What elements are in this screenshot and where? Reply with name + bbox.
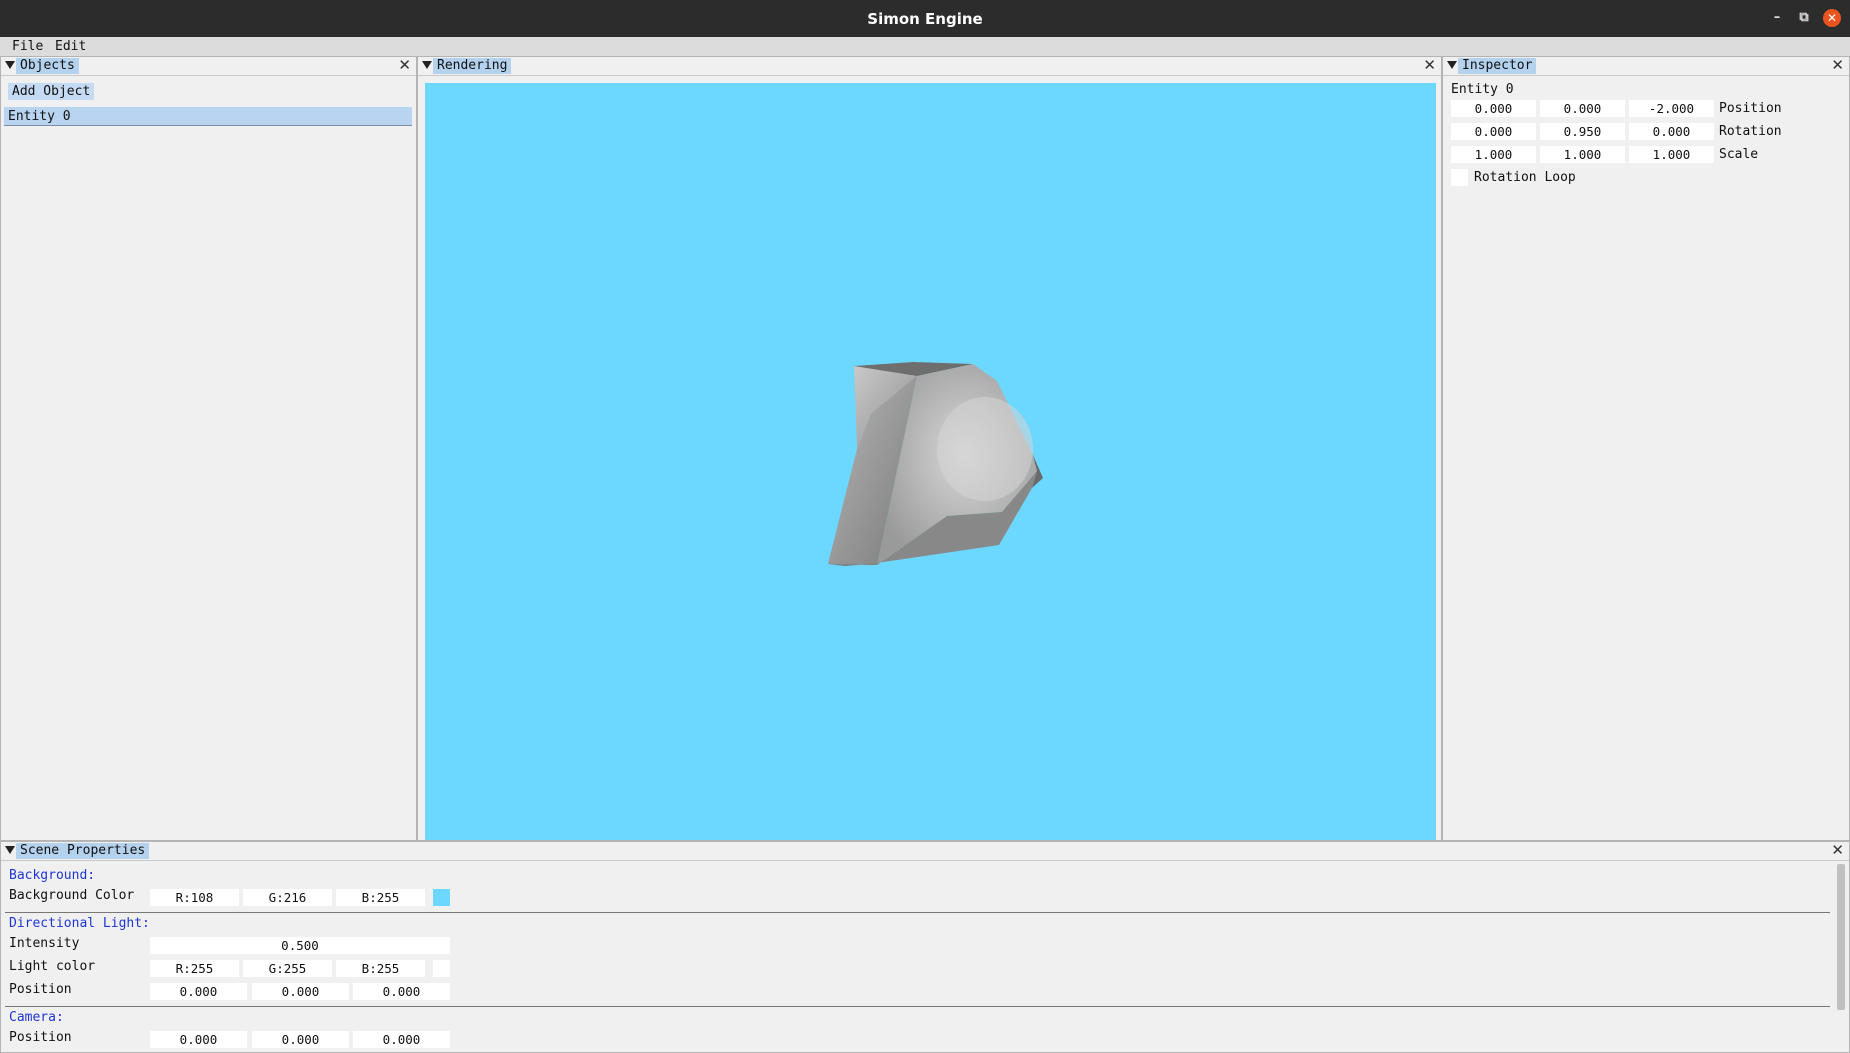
camera-position-z-field[interactable]: 0.000: [353, 1031, 450, 1048]
close-icon[interactable]: ✕: [1831, 842, 1844, 859]
light-r-field[interactable]: R:255: [150, 960, 239, 977]
close-icon[interactable]: ✕: [1831, 57, 1844, 74]
objects-panel: Objects ✕ Add Object Entity 0: [0, 56, 417, 841]
rendering-panel: Rendering ✕: [417, 56, 1442, 841]
light-position-y-field[interactable]: 0.000: [252, 983, 349, 1000]
rotation-loop-label: Rotation Loop: [1474, 170, 1576, 185]
collapse-triangle-icon[interactable]: [5, 61, 15, 69]
camera-position-y-field[interactable]: 0.000: [252, 1031, 349, 1048]
camera-position-x-field[interactable]: 0.000: [150, 1031, 247, 1048]
light-position-label: Position: [9, 982, 72, 997]
section-divider: [5, 912, 1830, 913]
background-r-field[interactable]: R:108: [150, 889, 239, 906]
menu-bar: File Edit: [0, 37, 1850, 57]
background-color-label: Background Color: [9, 888, 135, 903]
rendering-panel-header: Rendering ✕: [418, 57, 1441, 76]
window-titlebar: Simon Engine – ⧉ ✕: [0, 0, 1850, 37]
light-b-field[interactable]: B:255: [336, 960, 425, 977]
directional-light-section-header: Directional Light:: [9, 916, 150, 931]
camera-section-header: Camera:: [9, 1010, 64, 1025]
rotation-z-field[interactable]: 0.000: [1629, 123, 1714, 140]
close-icon[interactable]: ✕: [398, 57, 411, 74]
scrollbar-thumb[interactable]: [1837, 864, 1845, 1010]
rotation-label: Rotation: [1719, 124, 1782, 139]
position-z-field[interactable]: -2.000: [1629, 100, 1714, 117]
menu-file[interactable]: File: [12, 39, 43, 54]
position-label: Position: [1719, 101, 1782, 116]
scene-properties-title[interactable]: Scene Properties: [16, 843, 150, 859]
background-b-field[interactable]: B:255: [336, 889, 425, 906]
collapse-triangle-icon[interactable]: [1447, 61, 1457, 69]
rotation-x-field[interactable]: 0.000: [1451, 123, 1536, 140]
objects-panel-title[interactable]: Objects: [16, 58, 79, 74]
inspector-panel: Inspector ✕ Entity 0 0.000 0.000 -2.000 …: [1442, 56, 1850, 841]
window-close-icon[interactable]: ✕: [1823, 9, 1841, 27]
light-color-swatch[interactable]: [433, 960, 450, 977]
rotation-y-field[interactable]: 0.950: [1540, 123, 1625, 140]
position-y-field[interactable]: 0.000: [1540, 100, 1625, 117]
light-position-z-field[interactable]: 0.000: [353, 983, 450, 1000]
scale-x-field[interactable]: 1.000: [1451, 146, 1536, 163]
inspector-panel-header: Inspector ✕: [1443, 57, 1849, 76]
window-title: Simon Engine: [867, 10, 983, 28]
render-viewport[interactable]: [425, 83, 1436, 840]
collapse-triangle-icon[interactable]: [5, 846, 15, 854]
background-g-field[interactable]: G:216: [243, 889, 332, 906]
scale-y-field[interactable]: 1.000: [1540, 146, 1625, 163]
inspector-panel-title[interactable]: Inspector: [1458, 58, 1537, 74]
light-color-label: Light color: [9, 959, 96, 974]
objects-panel-header: Objects ✕: [1, 57, 416, 76]
rotation-loop-checkbox[interactable]: [1451, 169, 1468, 186]
object-list-item[interactable]: Entity 0: [4, 107, 412, 126]
rendered-mesh: [828, 362, 1043, 566]
background-color-swatch[interactable]: [433, 889, 450, 906]
position-x-field[interactable]: 0.000: [1451, 100, 1536, 117]
background-section-header: Background:: [9, 868, 96, 883]
scene-properties-panel: Scene Properties ✕ Background: Backgroun…: [0, 841, 1850, 1053]
close-icon[interactable]: ✕: [1423, 57, 1436, 74]
scale-z-field[interactable]: 1.000: [1629, 146, 1714, 163]
camera-position-label: Position: [9, 1030, 72, 1045]
intensity-field[interactable]: 0.500: [150, 937, 450, 954]
collapse-triangle-icon[interactable]: [422, 61, 432, 69]
restore-icon[interactable]: ⧉: [1795, 9, 1813, 27]
scene-properties-scrollbar[interactable]: [1836, 862, 1846, 1052]
menu-edit[interactable]: Edit: [55, 39, 86, 54]
light-position-x-field[interactable]: 0.000: [150, 983, 247, 1000]
add-object-button[interactable]: Add Object: [8, 83, 95, 100]
intensity-label: Intensity: [9, 936, 80, 951]
scale-label: Scale: [1719, 147, 1759, 162]
minimize-icon[interactable]: –: [1768, 9, 1786, 27]
rendering-panel-title[interactable]: Rendering: [433, 58, 512, 74]
section-divider: [5, 1006, 1830, 1007]
light-g-field[interactable]: G:255: [243, 960, 332, 977]
inspector-entity-name: Entity 0: [1451, 82, 1514, 97]
scene-properties-header: Scene Properties ✕: [1, 842, 1849, 861]
